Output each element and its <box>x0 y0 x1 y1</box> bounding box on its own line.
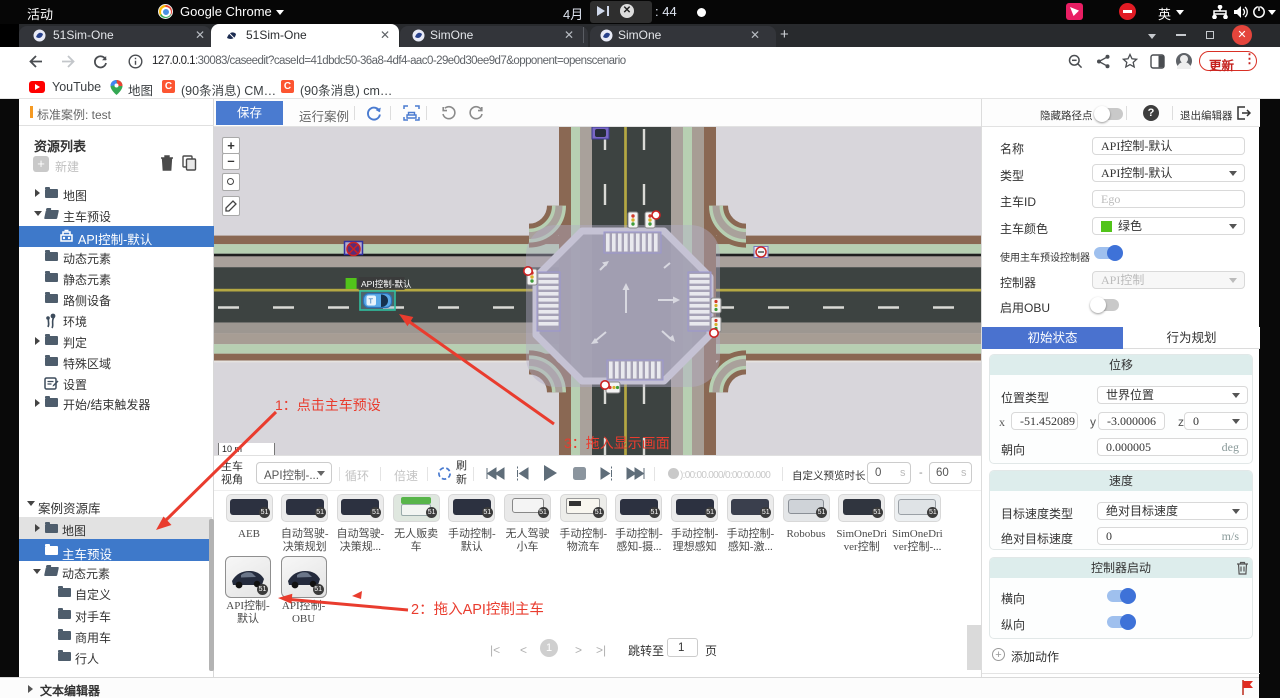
svg-text:T: T <box>369 297 374 306</box>
svg-text:API控制-默认: API控制-默认 <box>361 279 412 289</box>
